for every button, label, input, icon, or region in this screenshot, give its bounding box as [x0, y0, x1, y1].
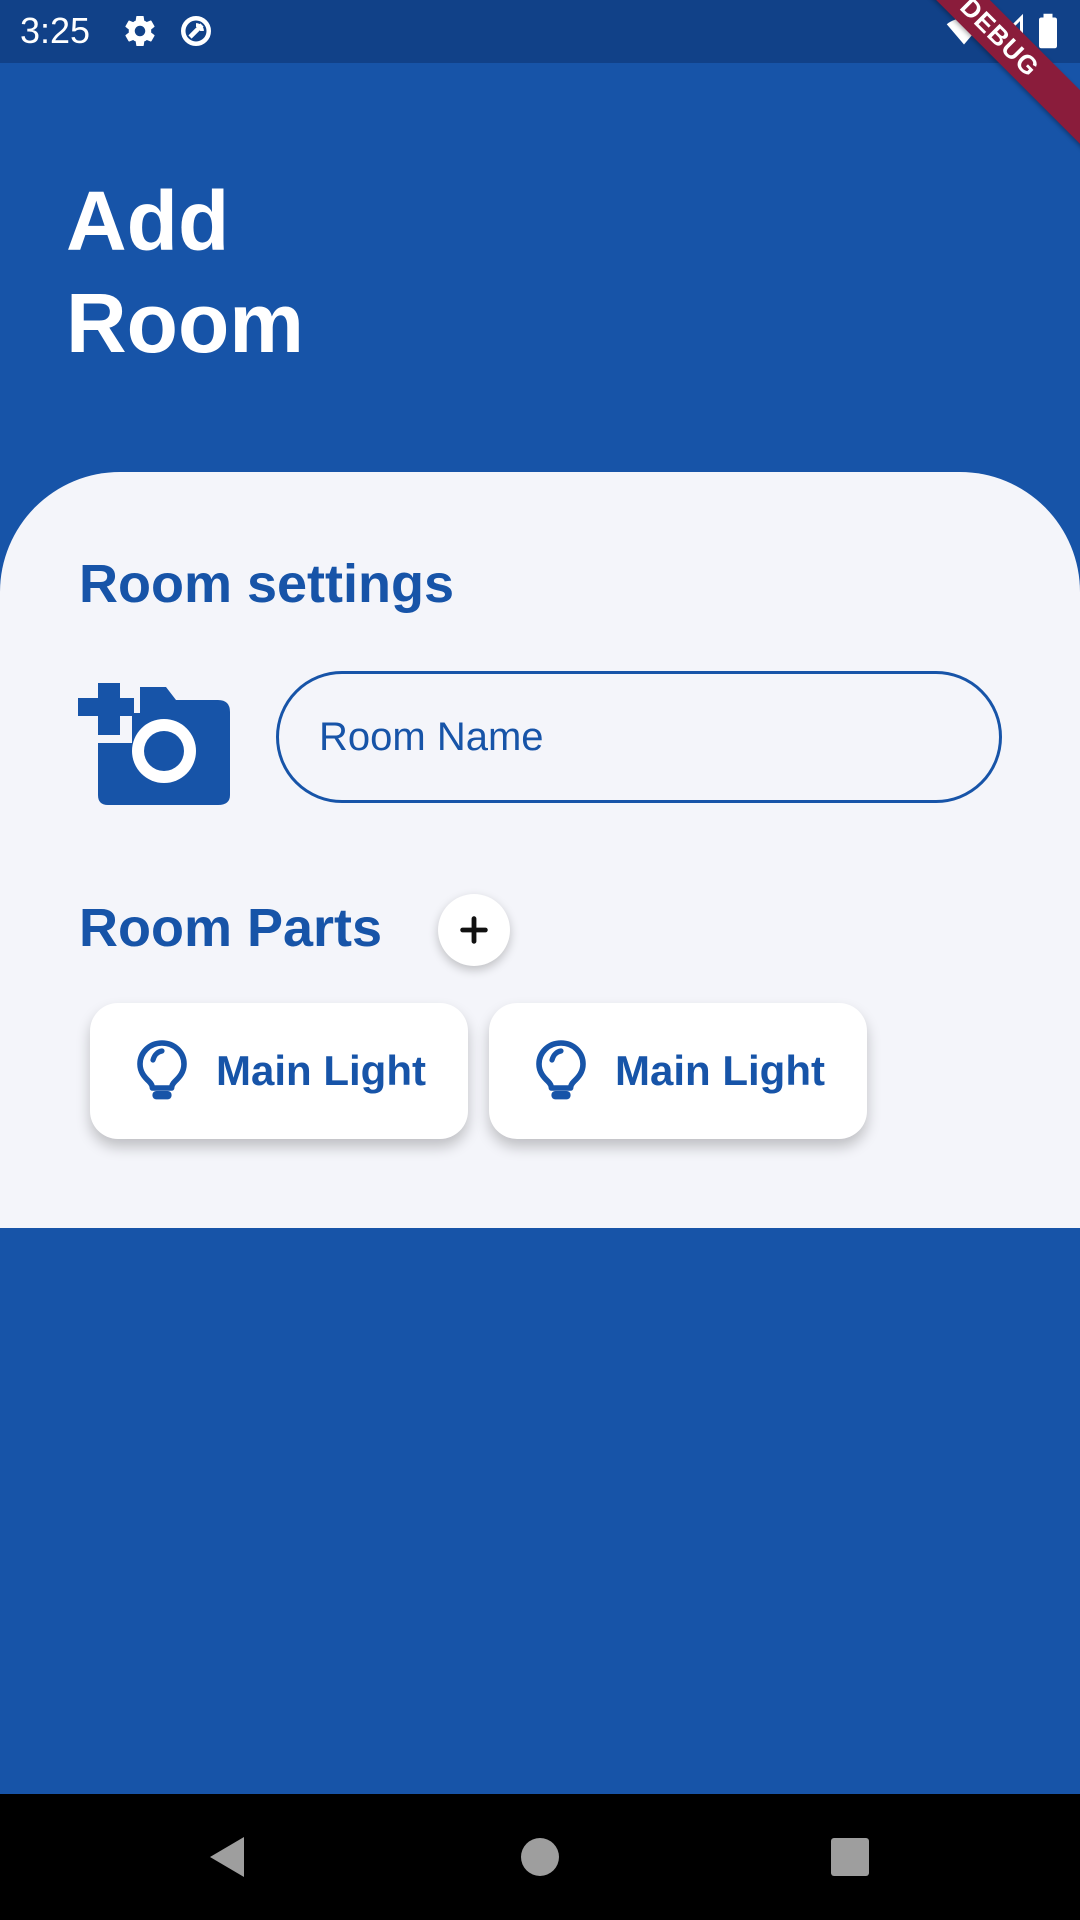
- room-settings-title: Room settings: [79, 554, 455, 614]
- room-parts-title: Room Parts: [79, 898, 383, 958]
- add-a-photo-icon[interactable]: [78, 665, 230, 805]
- gear-icon: [122, 13, 158, 49]
- room-name-input[interactable]: [276, 671, 1002, 803]
- room-part-label: Main Light: [216, 1047, 426, 1094]
- plus-icon: [457, 913, 491, 947]
- data-saver-icon: [178, 13, 214, 49]
- page-title: Add Room: [66, 174, 304, 370]
- status-bar: 3:25: [0, 0, 1080, 63]
- back-triangle-icon[interactable]: [196, 1827, 256, 1887]
- lightbulb-icon: [533, 1039, 589, 1103]
- navigation-bar: [0, 1794, 1080, 1920]
- lightbulb-icon: [134, 1039, 190, 1103]
- room-part-chip[interactable]: Main Light: [90, 1003, 468, 1139]
- home-circle-icon[interactable]: [510, 1827, 570, 1887]
- recents-square-icon[interactable]: [820, 1827, 880, 1887]
- room-part-chip[interactable]: Main Light: [489, 1003, 867, 1139]
- room-part-label: Main Light: [615, 1047, 825, 1094]
- status-time: 3:25: [20, 10, 91, 51]
- add-room-part-button[interactable]: [438, 894, 510, 966]
- battery-icon: [1034, 13, 1062, 49]
